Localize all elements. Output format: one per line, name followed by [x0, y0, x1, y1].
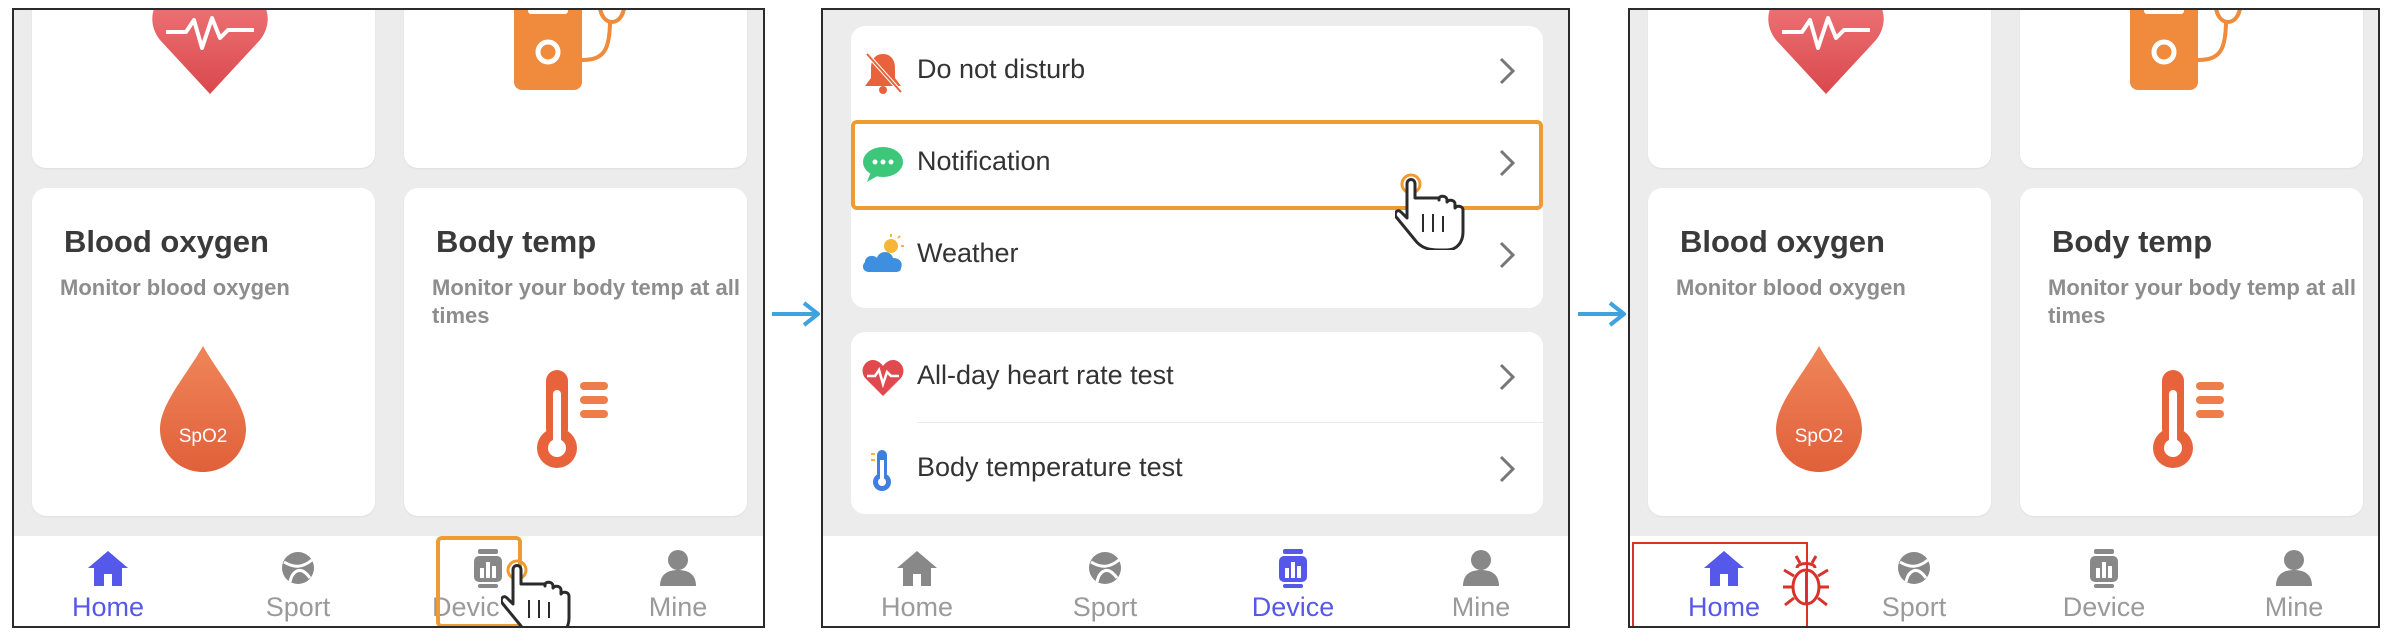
tab-sport[interactable]: Sport	[224, 536, 372, 626]
row-label: Weather	[917, 238, 1019, 268]
body-temp-card[interactable]: Body temp Monitor your body temp at all …	[404, 188, 747, 516]
tab-sport-label: Sport	[1881, 592, 1947, 622]
tab-home-label: Home	[880, 592, 954, 622]
heart-icon	[152, 10, 268, 94]
device-icon	[2090, 549, 2118, 588]
bell-off-icon	[865, 52, 903, 94]
mine-icon	[2276, 550, 2312, 586]
tab-mine-label: Mine	[2264, 592, 2324, 622]
body-temp-title: Body temp	[436, 224, 597, 259]
body-temp-card[interactable]: Body temp Monitor your body temp at all …	[2020, 188, 2363, 516]
tap-hand-icon	[1395, 173, 1465, 250]
device-icon	[1279, 549, 1307, 588]
tab-mine-label: Mine	[648, 592, 708, 622]
tab-mine-label: Mine	[1451, 592, 1511, 622]
spo2-label: SpO2	[179, 426, 228, 447]
tap-hand-icon	[501, 559, 571, 626]
chevron-right-icon	[1499, 57, 1516, 85]
thermometer-icon	[2153, 370, 2224, 468]
heart-rate-card[interactable]	[32, 10, 375, 168]
blood-pressure-icon	[514, 10, 626, 90]
blood-pressure-card[interactable]	[404, 10, 747, 168]
row-label: All-day heart rate test	[917, 360, 1174, 390]
tab-sport-label: Sport	[1072, 592, 1138, 622]
blood-pressure-icon	[2130, 10, 2242, 90]
body-temp-title: Body temp	[2052, 224, 2213, 259]
home-icon	[88, 551, 128, 586]
spo2-label: SpO2	[1795, 426, 1844, 447]
heart-icon	[1768, 10, 1884, 94]
sport-icon	[1898, 552, 1930, 584]
heart-rate-icon	[862, 360, 904, 396]
spo2-drop-icon: SpO2	[160, 346, 246, 472]
blood-oxygen-card[interactable]: Blood oxygen Monitor blood oxygen SpO2	[1648, 188, 1991, 516]
tab-sport-label: Sport	[265, 592, 331, 622]
tab-sport[interactable]: Sport	[1031, 536, 1179, 626]
tab-device-label: Device	[2062, 592, 2146, 622]
tab-home[interactable]: Home	[843, 536, 991, 626]
home-icon	[897, 551, 937, 586]
tab-device[interactable]: Device	[2030, 536, 2178, 626]
sport-icon	[1089, 552, 1121, 584]
blood-oxygen-card[interactable]: Blood oxygen Monitor blood oxygen SpO2	[32, 188, 375, 516]
chevron-right-icon	[1499, 241, 1516, 269]
workflow-figure: Blood oxygen Monitor blood oxygen SpO2 B…	[0, 0, 2388, 642]
row-label: Body temperature test	[917, 452, 1183, 482]
thermometer-icon	[871, 450, 891, 491]
mine-icon	[1463, 550, 1499, 586]
row-label: Do not disturb	[917, 54, 1086, 84]
tab-mine[interactable]: Mine	[1407, 536, 1555, 626]
tab-mine[interactable]: Mine	[604, 536, 752, 626]
bottom-tab-bar: Home Sport Devic Mine	[14, 536, 763, 626]
blood-oxygen-title: Blood oxygen	[64, 224, 269, 259]
spo2-drop-icon: SpO2	[1776, 346, 1862, 472]
row-all-day-heart-rate[interactable]: All-day heart rate test	[851, 332, 1543, 422]
row-do-not-disturb[interactable]: Do not disturb	[851, 26, 1543, 116]
blood-oxygen-title: Blood oxygen	[1680, 224, 1885, 259]
bug-icon	[1783, 555, 1829, 607]
chevron-right-icon	[1499, 363, 1516, 391]
body-temp-subtitle: Monitor your body temp at all times	[432, 275, 741, 328]
home-screen-after: Blood oxygen Monitor blood oxygen SpO2 B…	[1628, 8, 2380, 628]
tab-sport[interactable]: Sport	[1840, 536, 1988, 626]
blood-oxygen-subtitle: Monitor blood oxygen	[60, 275, 290, 300]
tab-home-label: Home	[71, 592, 145, 622]
body-temp-subtitle: Monitor your body temp at all times	[2048, 275, 2357, 328]
device-settings-screen: Do not disturb Notification Weather All-…	[821, 8, 1570, 628]
flow-arrow-1	[772, 301, 820, 327]
blood-oxygen-subtitle: Monitor blood oxygen	[1676, 275, 1906, 300]
sport-icon	[282, 552, 314, 584]
home-screen-before: Blood oxygen Monitor blood oxygen SpO2 B…	[12, 8, 765, 628]
blood-pressure-card[interactable]	[2020, 10, 2363, 168]
chevron-right-icon	[1499, 455, 1516, 483]
flow-arrow-2	[1578, 301, 1626, 327]
bottom-tab-bar: Home Sport Device Mine	[823, 536, 1568, 626]
tab-home[interactable]: Home	[34, 536, 182, 626]
row-divider	[917, 422, 1543, 423]
tab-mine[interactable]: Mine	[2220, 536, 2368, 626]
row-body-temperature[interactable]: Body temperature test	[851, 424, 1543, 514]
tab-device[interactable]: Device	[1219, 536, 1367, 626]
mine-icon	[660, 550, 696, 586]
settings-group-health: All-day heart rate test Body temperature…	[851, 332, 1543, 514]
weather-icon	[862, 234, 904, 272]
heart-rate-card[interactable]	[1648, 10, 1991, 168]
thermometer-icon	[537, 370, 608, 468]
tab-device-label: Device	[1251, 592, 1335, 622]
